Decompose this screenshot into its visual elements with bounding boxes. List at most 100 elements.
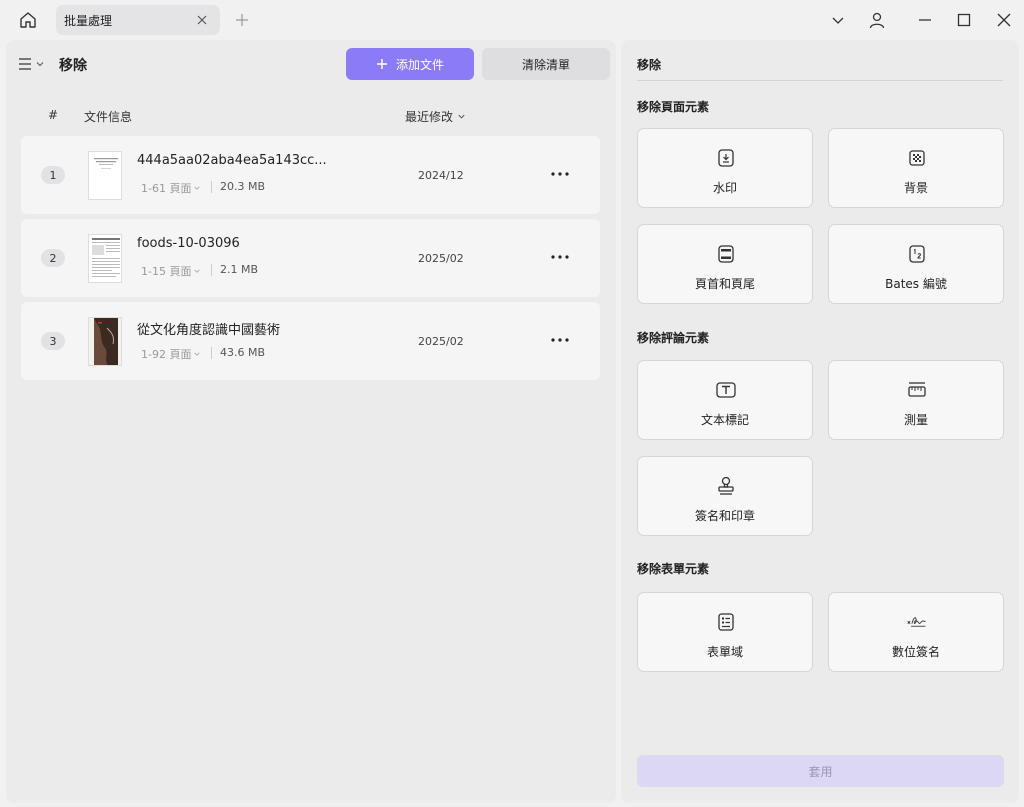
row-number: 3 — [41, 332, 65, 350]
file-size: 20.3 MB — [220, 180, 266, 193]
card-label: 頁首和頁尾 — [694, 277, 755, 291]
row-number: 1 — [41, 166, 65, 184]
watermark-icon — [715, 147, 737, 169]
plus-icon — [236, 14, 248, 26]
clear-list-button[interactable]: 清除清單 — [482, 48, 610, 80]
plus-icon — [376, 59, 387, 69]
minimize-button[interactable] — [915, 10, 935, 30]
remove-bates-numbering-card[interactable]: Bates 編號 — [828, 224, 1004, 304]
file-name: 444a5aa02aba4ea5a143cc... — [137, 153, 327, 168]
chevron-down-icon — [36, 62, 44, 67]
dropdown-button[interactable] — [828, 10, 848, 30]
more-icon — [551, 172, 569, 176]
book-cover-thumbnail-icon — [89, 318, 121, 365]
page-range-select[interactable]: 1-92 頁面 — [141, 346, 201, 362]
header-footer-icon — [715, 243, 737, 265]
remove-background-card[interactable]: 背景 — [828, 128, 1004, 208]
remove-watermark-card[interactable]: 水印 — [637, 128, 813, 208]
account-button[interactable] — [867, 10, 887, 30]
card-label: 測量 — [903, 413, 928, 427]
more-icon — [551, 255, 569, 259]
file-list-panel: 移除 添加文件 清除清單 # 文件信息 最近修改 1 444a5aa02aba4… — [6, 40, 616, 803]
chevron-down-icon — [194, 186, 201, 190]
panel-title: 移除 — [59, 58, 87, 74]
measure-icon — [906, 379, 928, 401]
file-thumbnail — [88, 151, 122, 200]
file-name: 從文化角度認識中國藝術 — [137, 323, 281, 338]
chevron-down-icon — [458, 114, 465, 119]
page-range-label: 1-15 頁面 — [141, 265, 192, 278]
maximize-icon — [957, 13, 971, 27]
remove-header-footer-card[interactable]: 頁首和頁尾 — [637, 224, 813, 304]
close-window-button[interactable] — [994, 10, 1014, 30]
card-label: 水印 — [712, 181, 737, 195]
add-file-label: 添加文件 — [395, 57, 444, 72]
page-range-select[interactable]: 1-61 頁面 — [141, 180, 201, 196]
user-icon — [869, 12, 885, 29]
row-number: 2 — [41, 249, 65, 267]
remove-measure-card[interactable]: 測量 — [828, 360, 1004, 440]
form-field-icon — [715, 611, 737, 633]
home-button[interactable] — [16, 8, 40, 32]
minimize-icon — [919, 19, 931, 21]
more-options-button[interactable] — [549, 165, 571, 183]
file-row[interactable]: 1 444a5aa02aba4ea5a143cc... 1-61 頁面 20.3… — [21, 136, 600, 214]
menu-icon — [19, 58, 31, 70]
document-thumbnail-icon — [92, 238, 120, 277]
chevron-down-icon — [194, 352, 201, 356]
more-icon — [551, 338, 569, 342]
tab-close-button[interactable] — [194, 12, 210, 28]
column-header-modified[interactable]: 最近修改 — [405, 108, 466, 125]
file-date: 2024/12 — [418, 169, 464, 182]
column-header-modified-label: 最近修改 — [405, 110, 454, 124]
chevron-down-icon — [832, 17, 844, 24]
divider — [211, 347, 212, 359]
home-icon — [20, 12, 36, 28]
file-thumbnail — [88, 317, 122, 366]
page-range-label: 1-61 頁面 — [141, 182, 192, 195]
file-size: 2.1 MB — [220, 263, 259, 276]
file-name: foods-10-03096 — [137, 236, 240, 251]
file-row[interactable]: 3 從文化角度認識中國藝術 1-92 頁面 43.6 MB 2025/02 — [21, 302, 600, 380]
remove-form-field-card[interactable]: 表單域 — [637, 592, 813, 672]
card-label: 表單域 — [706, 645, 743, 659]
section-title-page-elements: 移除頁面元素 — [637, 100, 710, 114]
close-icon — [197, 15, 207, 25]
apply-button[interactable]: 套用 — [637, 755, 1004, 787]
page-range-label: 1-92 頁面 — [141, 348, 192, 361]
remove-digital-signature-card[interactable]: 數位簽名 — [828, 592, 1004, 672]
page-range-select[interactable]: 1-15 頁面 — [141, 263, 201, 279]
card-label: 數位簽名 — [891, 645, 940, 659]
card-label: 簽名和印章 — [694, 509, 755, 523]
file-date: 2025/02 — [418, 335, 464, 348]
remove-signature-stamp-card[interactable]: 簽名和印章 — [637, 456, 813, 536]
file-row[interactable]: 2 foods-10-03096 1-15 頁面 2.1 MB 2025/02 — [21, 219, 600, 297]
add-file-button[interactable]: 添加文件 — [346, 48, 474, 80]
tab-title: 批量處理 — [64, 13, 113, 28]
stamp-icon — [715, 475, 737, 497]
chevron-down-icon — [194, 269, 201, 273]
file-size: 43.6 MB — [220, 346, 266, 359]
digital-signature-icon — [906, 611, 928, 633]
background-icon — [906, 147, 928, 169]
divider — [211, 181, 212, 193]
card-label: Bates 編號 — [885, 277, 947, 291]
file-date: 2025/02 — [418, 252, 464, 265]
tab-batch-process[interactable]: 批量處理 — [56, 5, 220, 35]
column-header-file-info: 文件信息 — [84, 110, 133, 124]
column-header-index: # — [48, 108, 59, 122]
section-title-comment-elements: 移除評論元素 — [637, 331, 710, 345]
more-options-button[interactable] — [549, 331, 571, 349]
new-tab-button[interactable] — [232, 10, 252, 30]
document-thumbnail-icon — [94, 158, 118, 169]
remove-options-panel: 移除 移除頁面元素 水印 背景 頁首和頁尾 Bates 編號 移除評論元素 文本… — [621, 40, 1019, 803]
clear-list-label: 清除清單 — [521, 57, 570, 72]
card-label: 文本標記 — [700, 413, 749, 427]
section-title-form-elements: 移除表單元素 — [637, 562, 710, 576]
more-options-button[interactable] — [549, 248, 571, 266]
menu-toggle[interactable] — [18, 56, 48, 72]
remove-text-markup-card[interactable]: 文本標記 — [637, 360, 813, 440]
divider — [211, 264, 212, 276]
maximize-button[interactable] — [954, 10, 974, 30]
bates-numbering-icon — [906, 243, 928, 265]
